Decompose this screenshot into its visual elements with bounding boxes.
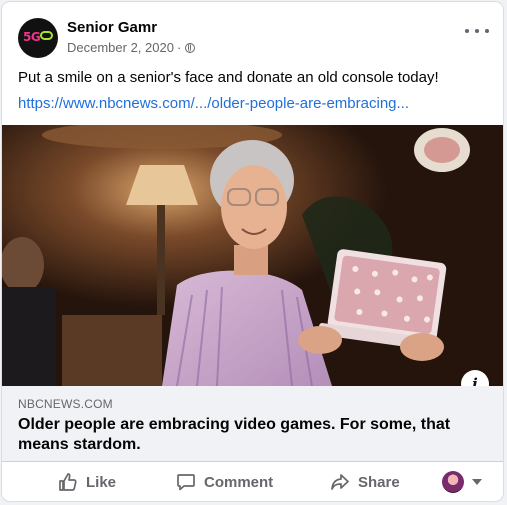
meta-separator: · bbox=[176, 40, 182, 55]
comment-button[interactable]: Comment bbox=[176, 462, 273, 501]
like-button[interactable]: Like bbox=[58, 462, 116, 501]
preview-headline[interactable]: Older people are embracing video games. … bbox=[18, 415, 488, 455]
post-header: 5G Senior Gamr December 2, 2020 · bbox=[2, 2, 503, 62]
gamepad-icon bbox=[40, 31, 53, 40]
post-date[interactable]: December 2, 2020 bbox=[67, 40, 174, 55]
preview-domain: NBCNEWS.COM bbox=[18, 397, 113, 411]
comment-bubble-icon bbox=[177, 474, 195, 491]
link-preview-caption[interactable]: NBCNEWS.COM Older people are embracing v… bbox=[2, 386, 503, 462]
more-options-icon[interactable] bbox=[465, 26, 489, 36]
thumbs-up-icon bbox=[59, 473, 77, 491]
post-card: 5G Senior Gamr December 2, 2020 · Put a … bbox=[2, 2, 503, 501]
share-arrow-icon bbox=[331, 474, 349, 490]
comment-label: Comment bbox=[204, 473, 274, 491]
preview-photo bbox=[2, 125, 503, 386]
avatar-logo-text: 5G bbox=[23, 30, 41, 44]
post-text: Put a smile on a senior's face and donat… bbox=[18, 69, 439, 86]
share-label: Share bbox=[358, 473, 400, 491]
like-label: Like bbox=[86, 473, 117, 491]
action-bar: Like Comment Share bbox=[2, 462, 503, 501]
reaction-audience-selector[interactable] bbox=[442, 462, 482, 501]
link-preview-image[interactable]: i bbox=[2, 125, 503, 386]
globe-icon bbox=[185, 42, 196, 53]
post-link[interactable]: https://www.nbcnews.com/.../older-people… bbox=[18, 94, 488, 114]
post-meta: December 2, 2020 · bbox=[67, 40, 196, 55]
chevron-down-icon bbox=[472, 479, 482, 485]
page-name[interactable]: Senior Gamr bbox=[67, 19, 157, 36]
share-button[interactable]: Share bbox=[330, 462, 400, 501]
page-avatar[interactable]: 5G bbox=[18, 18, 58, 58]
profile-avatar bbox=[442, 471, 464, 493]
